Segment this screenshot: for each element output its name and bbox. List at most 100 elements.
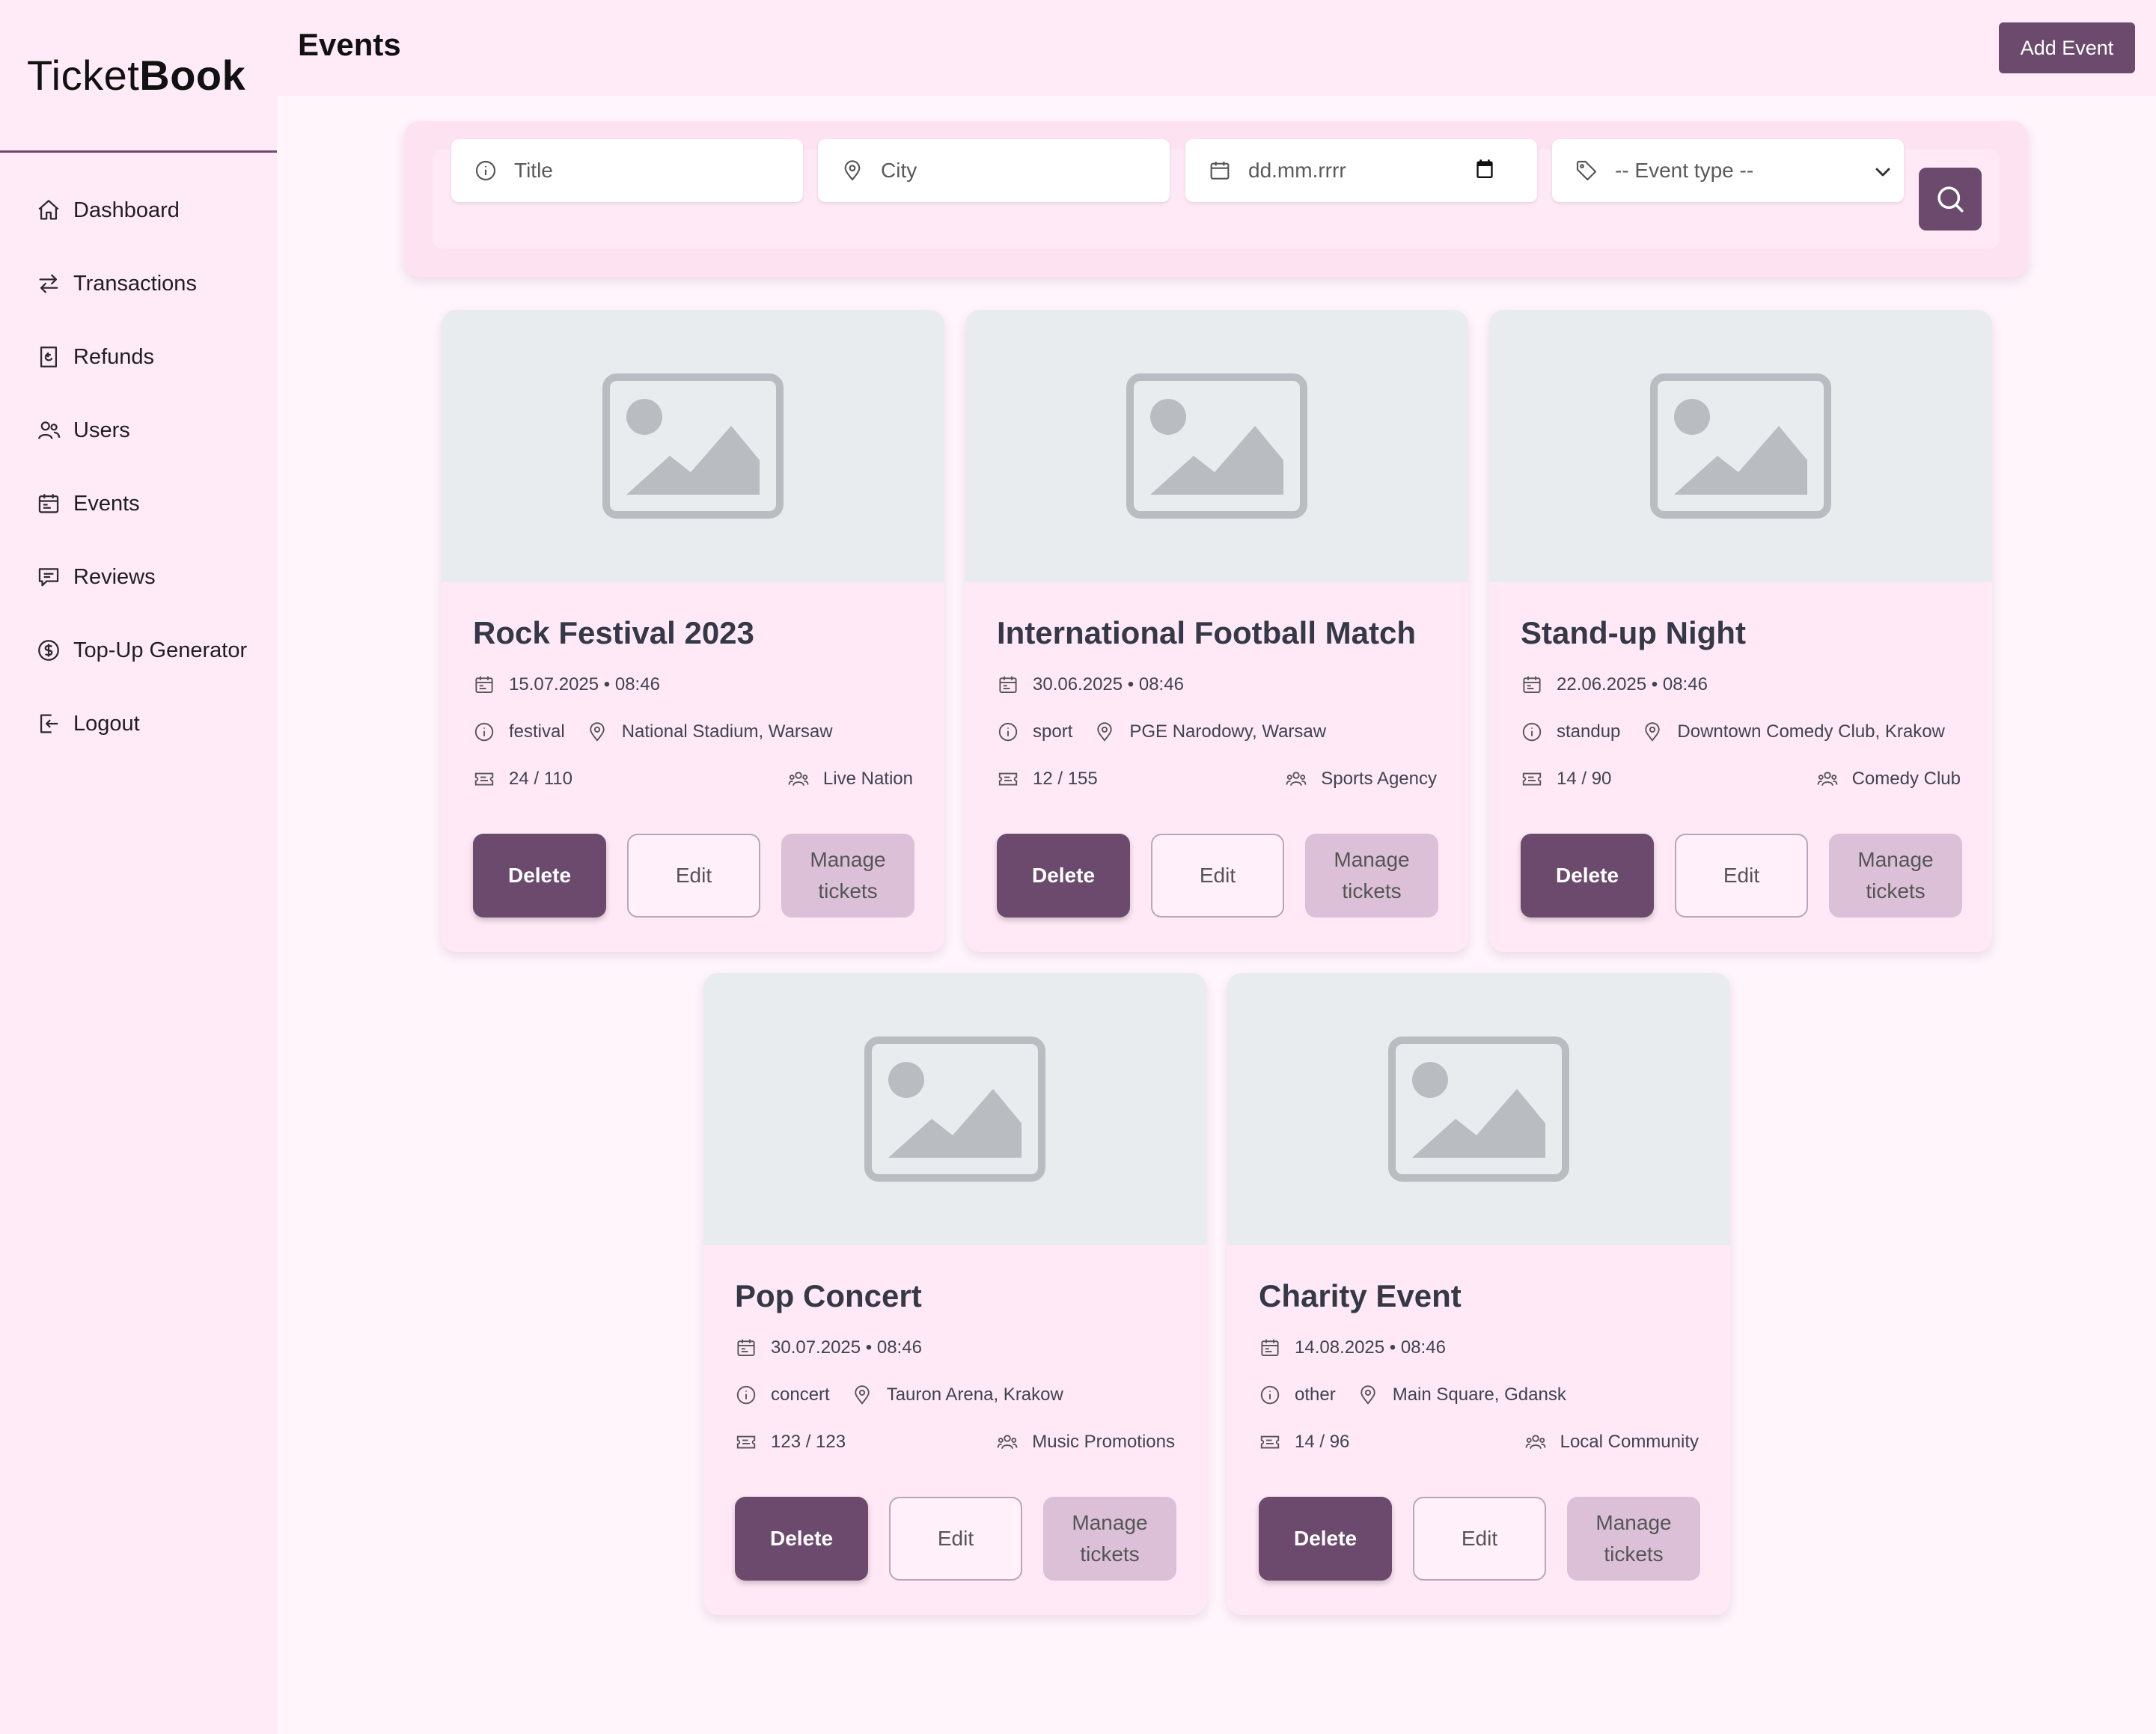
event-type: concert <box>771 1385 830 1405</box>
event-title: Rock Festival 2023 <box>473 615 754 650</box>
sidebar-item-top-up-generator[interactable]: Top-Up Generator <box>0 614 277 687</box>
calendar-icon <box>997 674 1019 696</box>
event-type-select[interactable]: -- Event type -- <box>1552 139 1904 202</box>
sidebar-item-refunds[interactable]: Refunds <box>0 320 277 394</box>
logout-icon <box>36 711 61 736</box>
map-pin-icon <box>1093 721 1116 743</box>
event-title: International Football Match <box>997 615 1417 650</box>
organizer-group-icon <box>1524 1431 1547 1453</box>
event-image-placeholder <box>442 310 944 582</box>
event-tickets-count: 12 / 155 <box>1033 769 1098 789</box>
calendar-icon <box>735 1337 757 1359</box>
ticket-icon <box>1521 768 1543 790</box>
manage-tickets-button[interactable]: Manage tickets <box>781 834 914 918</box>
map-pin-icon <box>1641 721 1664 743</box>
manage-tickets-button[interactable]: Manage tickets <box>1305 834 1438 918</box>
chevron-down-icon <box>1871 160 1890 180</box>
event-title: Stand-up Night <box>1521 615 1746 650</box>
edit-event-button[interactable]: Edit <box>627 834 760 918</box>
event-tickets-count: 123 / 123 <box>771 1432 846 1452</box>
event-organizer: Comedy Club <box>1851 769 1961 789</box>
organizer-group-icon <box>996 1431 1019 1453</box>
city-filter-input[interactable]: City <box>818 139 1170 202</box>
ticket-icon <box>735 1431 757 1453</box>
map-pin-icon <box>840 159 864 183</box>
organizer-group-icon <box>1285 768 1307 790</box>
event-organizer: Sports Agency <box>1321 769 1437 789</box>
event-datetime: 14.08.2025 • 08:46 <box>1295 1337 1446 1358</box>
sidebar-item-label: Reviews <box>73 564 156 589</box>
delete-event-button[interactable]: Delete <box>735 1497 868 1581</box>
sidebar-item-logout[interactable]: Logout <box>0 687 277 760</box>
event-title: Pop Concert <box>735 1278 922 1313</box>
sidebar-item-dashboard[interactable]: Dashboard <box>0 174 277 247</box>
chat-bubble-icon <box>36 564 61 590</box>
event-card: Rock Festival 2023 15.07.2025 • 08:46 fe… <box>442 310 944 952</box>
dollar-circle-icon <box>36 638 61 663</box>
map-pin-icon <box>586 721 608 743</box>
title-filter-input[interactable]: Title <box>451 139 803 202</box>
event-meta-row: standup Downtown Comedy Club, Krakow <box>1521 721 1961 743</box>
event-location: Downtown Comedy Club, Krakow <box>1677 721 1945 742</box>
edit-event-button[interactable]: Edit <box>1675 834 1808 918</box>
event-card-actions: Delete Edit Manage tickets <box>1521 834 1962 918</box>
edit-event-button[interactable]: Edit <box>1413 1497 1546 1581</box>
event-tickets-count: 14 / 90 <box>1557 769 1612 789</box>
calendar-icon <box>1259 1337 1281 1359</box>
edit-event-button[interactable]: Edit <box>1151 834 1284 918</box>
edit-event-button[interactable]: Edit <box>889 1497 1022 1581</box>
event-image-placeholder <box>1489 310 1992 582</box>
home-icon <box>36 198 61 223</box>
receipt-refund-icon <box>36 344 61 370</box>
event-title: Charity Event <box>1259 1278 1462 1313</box>
add-event-button[interactable]: Add Event <box>1999 22 2135 73</box>
calendar-icon <box>1521 674 1543 696</box>
event-location: Tauron Arena, Krakow <box>886 1385 1063 1405</box>
ticket-icon <box>473 768 495 790</box>
sidebar: Ticket Book Dashboard Transactions Refund… <box>0 0 277 1734</box>
sidebar-item-transactions[interactable]: Transactions <box>0 247 277 320</box>
app-logo[interactable]: Ticket Book <box>0 0 277 153</box>
event-card: Charity Event 14.08.2025 • 08:46 other M… <box>1227 973 1730 1615</box>
event-date-row: 22.06.2025 • 08:46 <box>1521 674 1961 696</box>
event-tickets-row: 12 / 155 Sports Agency <box>997 768 1437 790</box>
event-meta-row: concert Tauron Arena, Krakow <box>735 1384 1175 1406</box>
event-tickets-row: 24 / 110 Live Nation <box>473 768 913 790</box>
manage-tickets-button[interactable]: Manage tickets <box>1043 1497 1176 1581</box>
sidebar-item-reviews[interactable]: Reviews <box>0 540 277 614</box>
info-circle-icon <box>997 721 1019 743</box>
info-circle-icon <box>473 721 495 743</box>
sidebar-item-label: Logout <box>73 711 140 736</box>
event-type: standup <box>1557 721 1621 742</box>
tag-icon <box>1575 159 1598 183</box>
sidebar-item-label: Transactions <box>73 271 197 296</box>
info-circle-icon <box>1259 1384 1281 1406</box>
event-type: festival <box>509 721 565 742</box>
delete-event-button[interactable]: Delete <box>1259 1497 1392 1581</box>
event-meta-row: other Main Square, Gdansk <box>1259 1384 1699 1406</box>
event-image-placeholder <box>1227 973 1730 1245</box>
image-placeholder-icon <box>1650 373 1831 519</box>
title-filter-placeholder: Title <box>514 159 553 182</box>
event-datetime: 22.06.2025 • 08:46 <box>1557 674 1708 694</box>
date-picker-icon[interactable] <box>1473 157 1498 183</box>
date-filter-input[interactable]: dd.mm.rrrr <box>1185 139 1537 202</box>
sidebar-item-label: Refunds <box>73 344 155 369</box>
calendar-icon <box>473 674 495 696</box>
delete-event-button[interactable]: Delete <box>473 834 606 918</box>
manage-tickets-button[interactable]: Manage tickets <box>1567 1497 1700 1581</box>
delete-event-button[interactable]: Delete <box>1521 834 1654 918</box>
event-datetime: 30.07.2025 • 08:46 <box>771 1337 922 1358</box>
sidebar-item-events[interactable]: Events <box>0 467 277 540</box>
organizer-group-icon <box>1816 768 1839 790</box>
event-card-actions: Delete Edit Manage tickets <box>473 834 914 918</box>
page-title: Events <box>298 27 401 62</box>
delete-event-button[interactable]: Delete <box>997 834 1130 918</box>
sidebar-item-users[interactable]: Users <box>0 394 277 467</box>
search-button[interactable] <box>1919 168 1982 231</box>
event-type: sport <box>1033 721 1073 742</box>
manage-tickets-button[interactable]: Manage tickets <box>1829 834 1962 918</box>
map-pin-icon <box>1357 1384 1379 1406</box>
event-tickets-count: 14 / 96 <box>1295 1432 1350 1452</box>
map-pin-icon <box>851 1384 873 1406</box>
